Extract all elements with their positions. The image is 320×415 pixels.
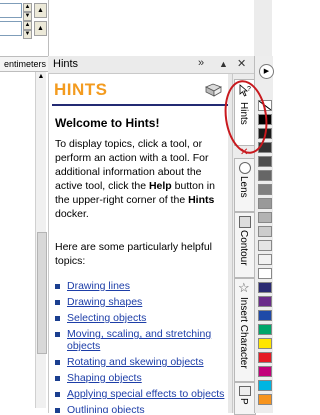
spin-up-icon[interactable]: ▲ — [23, 3, 32, 12]
ruler: entimeters — [0, 56, 48, 72]
welcome-heading: Welcome to Hints! — [55, 116, 160, 130]
swatch[interactable] — [258, 394, 272, 405]
scroll-thumb[interactable] — [37, 232, 47, 354]
hints-content: HINTS Welcome to Hints! To display topic… — [48, 74, 229, 413]
topic-link[interactable]: Selecting objects — [67, 312, 146, 324]
spin-buttons-1[interactable]: ▲ ▼ — [23, 3, 32, 21]
swatch[interactable] — [258, 310, 272, 321]
topic-link[interactable]: Rotating and skewing objects — [67, 356, 204, 368]
intro-hints-word: Hints — [188, 194, 215, 206]
contour-icon — [239, 216, 251, 228]
topics-intro: Here are some particularly helpful topic… — [55, 241, 212, 267]
collapse-arrows-icon[interactable]: » — [198, 57, 204, 69]
close-icon[interactable]: ✕ — [237, 57, 246, 70]
tab-lens[interactable]: Lens — [234, 158, 256, 212]
spin-row-2: ▲ ▼ ▲ — [0, 20, 48, 39]
hints-docker: Hints » ▲ ✕ HINTS Welcome to Hints! To d… — [48, 56, 256, 415]
swatch[interactable] — [258, 366, 272, 377]
swatch[interactable] — [258, 324, 272, 335]
topic-link[interactable]: Outlining objects — [67, 404, 145, 413]
spin-field-1[interactable] — [0, 3, 22, 18]
swatch[interactable] — [258, 184, 272, 195]
tab-label: Contour — [238, 230, 249, 266]
bullet-icon — [55, 332, 60, 337]
lock-toggle-2[interactable]: ▲ — [34, 21, 47, 36]
swatch[interactable] — [258, 226, 272, 237]
top-right-strip — [254, 0, 272, 56]
docker-header: Hints » ▲ ✕ — [48, 56, 254, 74]
spin-field-2[interactable] — [0, 21, 22, 36]
tab-label: Insert Character — [238, 297, 249, 369]
tab-label: Lens — [238, 176, 249, 198]
bullet-icon — [55, 360, 60, 365]
list-item: Applying special effects to objects — [55, 388, 227, 400]
bullet-icon — [55, 284, 60, 289]
topic-link[interactable]: Shaping objects — [67, 372, 142, 384]
panel-icon — [239, 386, 251, 396]
docker-title: Hints — [53, 58, 79, 70]
swatch[interactable] — [258, 212, 272, 223]
list-item: Moving, scaling, and stretching objects — [55, 328, 227, 352]
palette-scroll-icon[interactable]: ▶ — [259, 64, 274, 79]
minimize-triangle-icon[interactable]: ▲ — [219, 59, 228, 69]
left-panel: ▲ ▼ ▲ ▲ ▼ ▲ entimeters ▲ — [0, 0, 49, 413]
tab-label: P — [238, 398, 249, 405]
topic-link[interactable]: Applying special effects to objects — [67, 388, 224, 400]
swatch[interactable] — [258, 296, 272, 307]
bullet-icon — [55, 408, 60, 413]
swatch[interactable] — [258, 254, 272, 265]
list-item: Drawing lines — [55, 280, 227, 292]
list-item: Shaping objects — [55, 372, 227, 384]
swatch[interactable] — [258, 240, 272, 251]
spin-buttons-2[interactable]: ▲ ▼ — [23, 21, 32, 39]
swatch[interactable] — [258, 380, 272, 391]
swatch[interactable] — [258, 338, 272, 349]
scroll-up-icon[interactable]: ▲ — [36, 72, 46, 82]
topics-list: Drawing lines Drawing shapes Selecting o… — [55, 280, 227, 413]
bullet-icon — [55, 316, 60, 321]
swatch[interactable] — [258, 170, 272, 181]
title-divider — [52, 104, 228, 106]
list-item: Rotating and skewing objects — [55, 356, 227, 368]
spin-row-1: ▲ ▼ ▲ — [0, 2, 48, 21]
vertical-scrollbar[interactable]: ▲ — [35, 72, 47, 408]
tab-p[interactable]: P — [234, 382, 256, 415]
topic-link[interactable]: Drawing shapes — [67, 296, 142, 308]
swatch[interactable] — [258, 268, 272, 279]
bullet-icon — [55, 392, 60, 397]
topic-link[interactable]: Drawing lines — [67, 280, 130, 292]
lock-toggle-1[interactable]: ▲ — [34, 3, 47, 18]
intro-help-word: Help — [148, 180, 172, 192]
spin-up-icon[interactable]: ▲ — [23, 21, 32, 30]
bullet-icon — [55, 300, 60, 305]
swatch[interactable] — [258, 198, 272, 209]
swatch[interactable] — [258, 352, 272, 363]
star-icon: ☆ — [238, 280, 250, 295]
book-icon[interactable] — [205, 83, 222, 97]
ruler-unit-label: entimeters — [3, 59, 46, 69]
intro-paragraph: To display topics, click a tool, or perf… — [55, 137, 223, 221]
list-item: Outlining objects — [55, 404, 227, 413]
lens-icon — [239, 162, 251, 174]
tab-insert-character[interactable]: ☆ Insert Character — [234, 278, 256, 382]
list-item: Drawing shapes — [55, 296, 227, 308]
spin-down-icon[interactable]: ▼ — [23, 30, 32, 39]
bullet-icon — [55, 376, 60, 381]
swatch[interactable] — [258, 156, 272, 167]
hints-heading: HINTS — [54, 80, 108, 99]
topic-link[interactable]: Moving, scaling, and stretching objects — [67, 328, 211, 352]
swatch[interactable] — [258, 282, 272, 293]
intro-text-3: docker. — [55, 208, 89, 220]
tab-contour[interactable]: Contour — [234, 212, 256, 278]
list-item: Selecting objects — [55, 312, 227, 324]
